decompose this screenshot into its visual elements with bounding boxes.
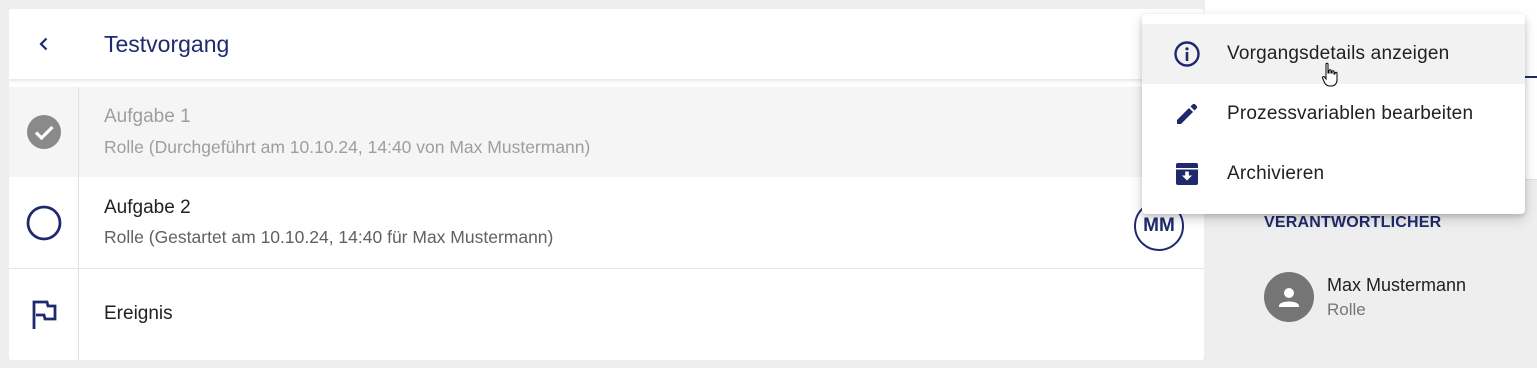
task-row-active[interactable]: Aufgabe 2 Rolle (Gestartet am 10.10.24, … — [9, 177, 1204, 269]
flag-icon — [32, 300, 56, 329]
pencil-icon — [1172, 99, 1202, 129]
check-circle-icon — [26, 115, 61, 149]
task-row-done[interactable]: Aufgabe 1 Rolle (Durchgeführt am 10.10.2… — [9, 87, 1204, 177]
section-label: VERANTWORTLICHER — [1264, 214, 1442, 231]
task-detail: Rolle (Durchgeführt am 10.10.24, 14:40 v… — [104, 137, 591, 157]
person-icon — [1279, 288, 1299, 307]
open-circle-icon — [26, 205, 61, 240]
task-detail: Rolle (Gestartet am 10.10.24, 14:40 für … — [104, 227, 554, 247]
context-menu: Vorgangsdetails anzeigen Prozessvariable… — [1142, 14, 1525, 214]
menu-item-label: Prozessvariablen bearbeiten — [1227, 103, 1474, 124]
person-name: Max Mustermann — [1327, 275, 1467, 295]
task-name: Aufgabe 1 — [104, 106, 191, 127]
person-role: Rolle — [1327, 300, 1366, 319]
page-title: Testvorgang — [104, 31, 230, 57]
menu-item-edit-variables[interactable]: Prozessvariablen bearbeiten — [1142, 84, 1525, 144]
menu-item-archive[interactable]: Archivieren — [1142, 144, 1525, 204]
hand-cursor-icon — [1320, 62, 1340, 93]
event-name: Ereignis — [104, 303, 173, 324]
task-status-col — [9, 87, 79, 177]
menu-item-label: Archivieren — [1227, 163, 1325, 184]
info-icon — [1172, 39, 1202, 69]
archive-icon — [1172, 159, 1202, 189]
person-avatar — [1264, 272, 1314, 322]
process-header: Testvorgang — [9, 9, 1204, 79]
process-card: Testvorgang Aufgabe 1 Rolle (Durchgeführ… — [9, 9, 1204, 360]
back-button[interactable] — [29, 29, 59, 59]
event-row[interactable]: Ereignis — [9, 269, 1204, 360]
chevron-left-icon — [39, 37, 48, 51]
task-status-col — [9, 269, 79, 360]
task-name: Aufgabe 2 — [104, 197, 191, 218]
task-status-col — [9, 177, 79, 268]
